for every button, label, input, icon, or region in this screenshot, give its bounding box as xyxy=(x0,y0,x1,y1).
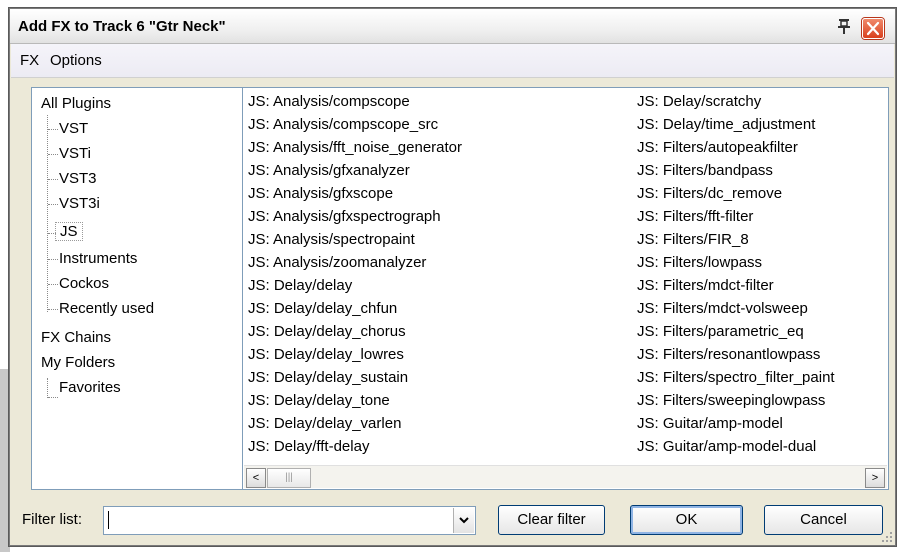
list-item[interactable]: JS: Delay/scratchy xyxy=(637,93,761,110)
tree-item-favorites[interactable]: Favorites xyxy=(59,379,121,396)
tree-item-js[interactable]: JS xyxy=(55,222,83,241)
list-item[interactable]: JS: Filters/parametric_eq xyxy=(637,323,804,340)
list-item[interactable]: JS: Guitar/amp-model-dual xyxy=(637,438,816,455)
list-item[interactable]: JS: Filters/sweepinglowpass xyxy=(637,392,825,409)
list-item[interactable]: JS: Guitar/amp-model xyxy=(637,415,783,432)
menu-options[interactable]: Options xyxy=(50,52,102,69)
chevron-down-icon xyxy=(459,517,469,524)
tree-item-cockos[interactable]: Cockos xyxy=(59,275,109,292)
list-item[interactable]: JS: Analysis/gfxscope xyxy=(248,185,393,202)
list-item[interactable]: JS: Analysis/gfxanalyzer xyxy=(248,162,410,179)
scroll-left-button[interactable]: < xyxy=(246,468,266,488)
tree-connector xyxy=(47,378,48,398)
plugin-category-tree[interactable]: All Plugins VST VSTi VST3 VST3i JS Instr… xyxy=(31,87,246,490)
tree-item-all-plugins[interactable]: All Plugins xyxy=(41,95,111,112)
list-item[interactable]: JS: Analysis/gfxspectrograph xyxy=(248,208,441,225)
cancel-button[interactable]: Cancel xyxy=(764,505,883,535)
scroll-thumb[interactable]: ||| xyxy=(267,468,311,488)
bottom-bar: Filter list: Clear filter OK Cancel xyxy=(10,493,895,545)
list-item[interactable]: JS: Delay/delay xyxy=(248,277,352,294)
filter-label: Filter list: xyxy=(22,511,82,528)
add-fx-dialog: Add FX to Track 6 "Gtr Neck" FX Options xyxy=(9,8,896,546)
window-title: Add FX to Track 6 "Gtr Neck" xyxy=(18,18,226,35)
tree-item-recently-used[interactable]: Recently used xyxy=(59,300,154,317)
tree-connector xyxy=(47,115,48,312)
pin-icon[interactable] xyxy=(834,16,854,36)
tree-item-my-folders[interactable]: My Folders xyxy=(41,354,115,371)
list-item[interactable]: JS: Analysis/spectropaint xyxy=(248,231,415,248)
horizontal-scrollbar[interactable]: < ||| > xyxy=(244,465,887,488)
list-item[interactable]: JS: Delay/time_adjustment xyxy=(637,116,815,133)
list-item[interactable]: JS: Filters/dc_remove xyxy=(637,185,782,202)
resize-grip-icon[interactable] xyxy=(881,531,893,543)
tree-connector xyxy=(48,309,58,310)
list-item[interactable]: JS: Filters/spectro_filter_paint xyxy=(637,369,835,386)
tree-connector xyxy=(48,179,58,180)
tree-connector xyxy=(48,284,58,285)
tree-item-fx-chains[interactable]: FX Chains xyxy=(41,329,111,346)
tree-item-vst[interactable]: VST xyxy=(59,120,88,137)
list-item[interactable]: JS: Delay/fft-delay xyxy=(248,438,369,455)
filter-dropdown-button[interactable] xyxy=(453,508,474,533)
tree-item-vst3i[interactable]: VST3i xyxy=(59,195,100,212)
list-item[interactable]: JS: Analysis/compscope_src xyxy=(248,116,438,133)
list-item[interactable]: JS: Filters/FIR_8 xyxy=(637,231,749,248)
list-item[interactable]: JS: Filters/lowpass xyxy=(637,254,762,271)
list-item[interactable]: JS: Filters/mdct-volsweep xyxy=(637,300,808,317)
list-item[interactable]: JS: Delay/delay_lowres xyxy=(248,346,404,363)
title-bar[interactable]: Add FX to Track 6 "Gtr Neck" xyxy=(10,9,895,44)
tree-connector xyxy=(48,204,58,205)
scroll-right-button[interactable]: > xyxy=(865,468,885,488)
tree-connector xyxy=(48,154,58,155)
list-item[interactable]: JS: Delay/delay_tone xyxy=(248,392,390,409)
list-item[interactable]: JS: Delay/delay_varlen xyxy=(248,415,401,432)
list-item[interactable]: JS: Filters/fft-filter xyxy=(637,208,753,225)
list-item[interactable]: JS: Filters/bandpass xyxy=(637,162,773,179)
ok-button[interactable]: OK xyxy=(630,505,743,535)
close-icon[interactable] xyxy=(862,18,884,39)
menu-bar: FX Options xyxy=(11,44,894,78)
tree-item-instruments[interactable]: Instruments xyxy=(59,250,137,267)
list-item[interactable]: JS: Delay/delay_chfun xyxy=(248,300,397,317)
filter-input[interactable] xyxy=(103,506,476,535)
list-item[interactable]: JS: Analysis/fft_noise_generator xyxy=(248,139,462,156)
list-item[interactable]: JS: Filters/resonantlowpass xyxy=(637,346,820,363)
tree-connector xyxy=(48,397,58,398)
tree-connector xyxy=(48,259,58,260)
text-cursor xyxy=(108,511,109,529)
list-item[interactable]: JS: Filters/autopeakfilter xyxy=(637,139,798,156)
plugin-list[interactable]: JS: Analysis/compscope JS: Analysis/comp… xyxy=(242,87,889,490)
tree-item-vst3[interactable]: VST3 xyxy=(59,170,97,187)
list-item[interactable]: JS: Filters/mdct-filter xyxy=(637,277,774,294)
list-item[interactable]: JS: Analysis/compscope xyxy=(248,93,410,110)
tree-connector xyxy=(48,129,58,130)
list-item[interactable]: JS: Delay/delay_chorus xyxy=(248,323,406,340)
list-item[interactable]: JS: Delay/delay_sustain xyxy=(248,369,408,386)
list-item[interactable]: JS: Analysis/zoomanalyzer xyxy=(248,254,426,271)
menu-fx[interactable]: FX xyxy=(20,52,39,69)
tree-item-vsti[interactable]: VSTi xyxy=(59,145,91,162)
clear-filter-button[interactable]: Clear filter xyxy=(498,505,605,535)
